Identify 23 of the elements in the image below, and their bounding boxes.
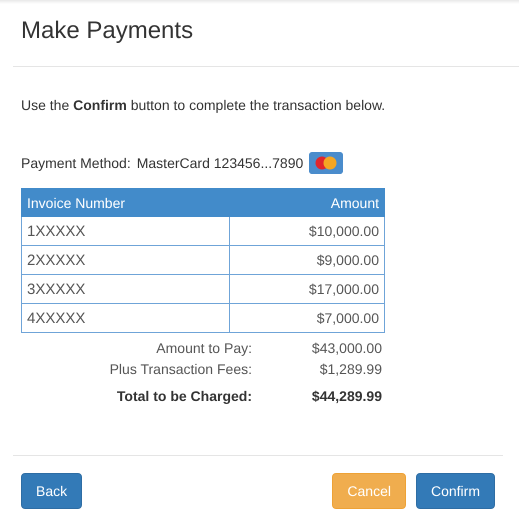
payment-method-value: MasterCard 123456...7890 [136,155,304,171]
summary-label: Amount to Pay: [155,339,252,358]
table-cell: 3XXXXX [22,274,230,304]
table-cell: 2XXXXX [22,246,230,274]
column-header: Invoice Number [22,188,230,216]
summary-value: $1,289.99 [318,360,382,379]
payment-method-label: Payment Method: [21,155,131,171]
page-title: Make Payments [20,16,194,45]
credit-card-icon [309,152,344,174]
summary-value: $44,289.99 [310,387,382,406]
table-cell: $10,000.00 [230,216,384,246]
summary-value: $43,000.00 [310,339,382,358]
table-cell: 1XXXXX [22,216,230,246]
summary-label: Total to be Charged: [116,387,252,406]
instruction-text: Use the Confirm button to complete the transaction below. [21,96,386,114]
table-cell: $7,000.00 [230,304,384,332]
summary-label: Plus Transaction Fees: [108,360,252,379]
table-cell: $9,000.00 [230,246,384,274]
back-button[interactable]: Back [21,473,82,509]
confirm-button[interactable]: Confirm [416,473,495,509]
table-cell: 4XXXXX [22,304,230,332]
column-header: Amount [230,188,384,216]
table-cell: $17,000.00 [230,274,384,304]
